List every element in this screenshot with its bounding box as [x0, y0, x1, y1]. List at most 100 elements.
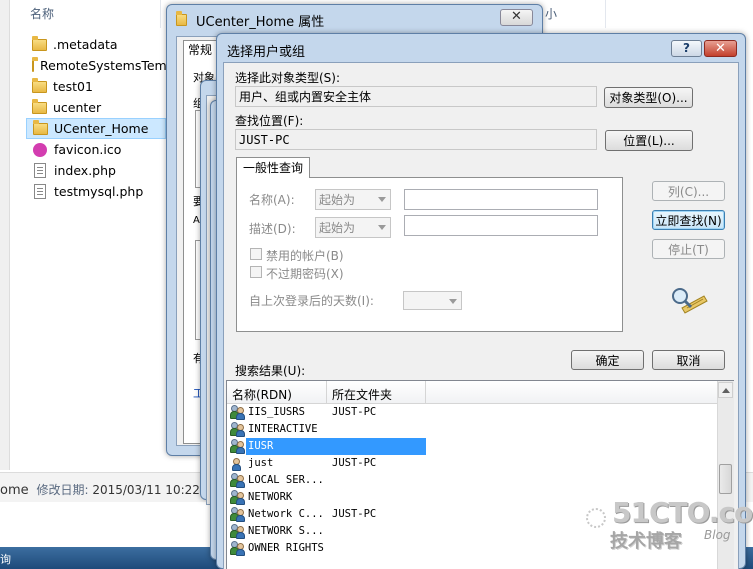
result-folder: JUST-PC	[332, 406, 377, 418]
result-name: INTERACTIVE	[248, 423, 318, 435]
tab-common-queries[interactable]: 一般性查询	[236, 157, 310, 178]
watermark-subtitle: 技术博客	[610, 531, 682, 552]
object-types-button[interactable]: 对象类型(O)...	[604, 87, 693, 108]
name-label: 名称(A):	[249, 193, 295, 207]
location-value: JUST-PC	[239, 132, 290, 147]
object-type-field: 用户、组或内置安全主体	[235, 86, 597, 107]
result-name: LOCAL SER...	[248, 474, 324, 486]
file-list-item[interactable]: index.php	[26, 160, 166, 181]
file-list-item-label: .metadata	[53, 37, 118, 52]
location-label: 查找位置(F):	[235, 114, 304, 128]
php-file-icon	[34, 184, 46, 199]
days-since-logon-select[interactable]	[403, 291, 462, 310]
properties-a-label: A	[193, 215, 200, 226]
details-modified-value: 2015/03/11 10:22	[92, 483, 200, 497]
description-input[interactable]	[404, 215, 598, 236]
result-row[interactable]: IUSR	[227, 438, 717, 455]
group-icon	[230, 439, 246, 454]
locations-button[interactable]: 位置(L)...	[605, 130, 693, 151]
folder-icon	[32, 98, 47, 114]
find-now-button[interactable]: 立即查找(N)	[652, 210, 725, 230]
file-list-item-label: UCenter_Home	[54, 121, 149, 136]
name-input[interactable]	[404, 189, 598, 210]
dialog-title: 选择用户或组	[227, 45, 306, 60]
result-folder: JUST-PC	[332, 457, 377, 469]
properties-close-button[interactable]: ✕	[500, 9, 533, 26]
file-list-item-label: favicon.ico	[54, 142, 122, 157]
file-list-item[interactable]: favicon.ico	[26, 139, 166, 160]
tab-general[interactable]: 常规	[183, 40, 217, 60]
result-row[interactable]: just JUST-PC	[227, 455, 717, 472]
watermark-mark	[586, 508, 606, 528]
watermark-blog: Blog	[704, 528, 731, 542]
explorer-scrollbar[interactable]	[0, 0, 10, 470]
group-icon	[230, 507, 246, 522]
location-field: JUST-PC	[235, 129, 597, 150]
file-list-item-label: ucenter	[53, 100, 102, 115]
cancel-button[interactable]: 取消	[652, 350, 725, 370]
result-row[interactable]: INTERACTIVE	[227, 421, 717, 438]
file-list-item[interactable]: test01	[26, 76, 166, 97]
details-text: ome 修改日期: 2015/03/11 10:22	[0, 481, 200, 498]
results-scroll-thumb[interactable]	[719, 464, 732, 494]
details-file-name: ome	[0, 483, 29, 498]
file-list-item[interactable]: .metadata	[26, 34, 166, 55]
scroll-up-arrow-icon[interactable]	[718, 382, 733, 398]
column-separator[interactable]	[425, 381, 426, 404]
result-name: IUSR	[246, 438, 426, 455]
watermark-logo: 51CTO.com	[612, 496, 753, 529]
results-column-name[interactable]: 名称(RDN)	[232, 386, 292, 403]
description-label: 描述(D):	[249, 222, 296, 236]
group-icon	[230, 541, 246, 556]
non-expiring-password-checkbox[interactable]	[250, 266, 262, 278]
disabled-accounts-checkbox[interactable]	[250, 248, 262, 260]
stop-button[interactable]: 停止(T)	[652, 239, 725, 259]
results-column-folder[interactable]: 所在文件夹	[332, 386, 392, 403]
result-folder: JUST-PC	[332, 508, 377, 520]
name-match-select[interactable]: 起始为	[315, 189, 391, 210]
file-list-item[interactable]: ucenter	[26, 97, 166, 118]
column-separator[interactable]	[605, 0, 606, 28]
file-list-item-label: test01	[53, 79, 93, 94]
folder-icon	[32, 77, 47, 93]
file-list-item[interactable]: UCenter_Home	[26, 118, 166, 139]
column-header-size[interactable]: 小	[545, 0, 557, 28]
help-button[interactable]: ?	[671, 40, 702, 57]
column-separator[interactable]	[160, 0, 161, 28]
properties-title: UCenter_Home 属性	[196, 15, 325, 30]
non-expiring-password-label: 不过期密码(X)	[266, 267, 344, 281]
user-icon	[230, 456, 246, 471]
group-icon	[230, 405, 246, 420]
close-button[interactable]: ✕	[704, 40, 737, 57]
file-list-item[interactable]: RemoteSystemsTem	[26, 55, 167, 76]
result-name: just	[248, 457, 274, 469]
result-name: OWNER RIGHTS	[248, 542, 324, 554]
column-header-name[interactable]: 名称	[30, 0, 54, 28]
description-match-value: 起始为	[319, 221, 356, 235]
chevron-down-icon	[378, 225, 386, 230]
file-list-item-label: testmysql.php	[54, 184, 144, 199]
file-list-item-label: RemoteSystemsTem	[40, 58, 167, 73]
column-separator[interactable]	[326, 381, 327, 404]
columns-button[interactable]: 列(C)...	[652, 181, 725, 201]
description-match-select[interactable]: 起始为	[315, 217, 391, 238]
chevron-down-icon	[449, 299, 457, 304]
group-icon	[230, 490, 246, 505]
folder-icon	[32, 56, 38, 72]
result-row[interactable]: LOCAL SER...	[227, 472, 717, 489]
folder-icon	[32, 35, 47, 51]
disabled-accounts-label: 禁用的帐户(B)	[266, 249, 344, 263]
taskbar-item[interactable]: 询	[0, 551, 11, 567]
days-since-logon-label: 自上次登录后的天数(I):	[249, 294, 374, 308]
result-name: NETWORK S...	[248, 525, 324, 537]
ok-button[interactable]: 确定	[571, 350, 644, 370]
details-modified-label: 修改日期:	[36, 483, 89, 497]
result-row[interactable]: IIS_IUSRS JUST-PC	[227, 404, 717, 421]
php-file-icon	[34, 163, 46, 178]
file-list-item-label: index.php	[54, 163, 116, 178]
folder-icon	[176, 11, 187, 26]
object-type-value: 用户、组或内置安全主体	[239, 90, 372, 104]
image-file-icon	[33, 142, 47, 157]
file-list-item[interactable]: testmysql.php	[26, 181, 166, 202]
search-results-label: 搜索结果(U):	[235, 364, 306, 378]
